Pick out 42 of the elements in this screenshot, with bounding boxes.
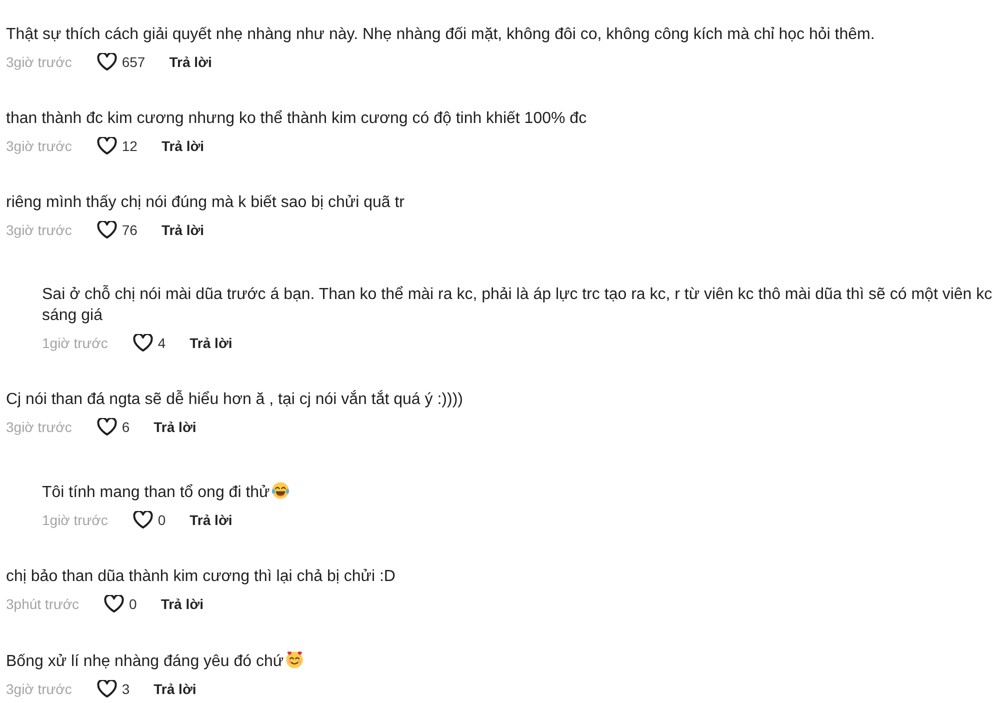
smiling-face-with-hearts-icon [284,650,304,669]
reply-button[interactable]: Trả lời [190,512,232,528]
reply-button[interactable]: Trả lời [161,138,204,154]
heart-icon[interactable] [96,137,117,155]
like-count: 3 [122,681,130,697]
reply-button[interactable]: Trả lời [160,596,204,612]
comment-text: than thành đc kim cương nhưng ko thể thành kim cương có độ tinh khiết 100% đc [6,110,587,127]
like-count: 12 [122,138,138,154]
reply-button[interactable]: Trả lời [169,54,212,70]
reply-button[interactable]: Trả lời [154,419,196,435]
reply-button[interactable]: Trả lời [190,335,232,351]
timestamp: 3giờ trước [6,681,72,697]
like-count: 6 [122,419,130,435]
comment-text: riêng mình thấy chị nói đúng mà k biết sao bị chửi quã tr [6,194,404,211]
comment-text: Bống xử lí nhẹ nhàng đáng yêu đó chứ [6,653,284,670]
like-count: 4 [158,335,166,351]
heart-icon[interactable] [96,221,117,239]
timestamp: 1giờ trước [42,512,108,528]
timestamp: 3giờ trước [6,54,72,70]
comment-text: Tôi tính mang than tổ ong đi thử [42,484,270,501]
heart-icon[interactable] [132,334,153,352]
laughing-face-icon [270,481,290,500]
like-count: 657 [122,54,146,70]
comment-text: Cj nói than đá ngta sẽ dễ hiểu hơn ă , tại cj nói vắn tắt quá ý :)))) [6,391,463,408]
heart-icon[interactable] [96,53,117,71]
heart-icon[interactable] [132,511,153,529]
like-count: 0 [129,596,137,612]
like-count: 0 [158,512,166,528]
comment-text: Sai ở chỗ chị nói mài dũa trước á bạn. Than ko thể mài ra kc, phải là áp lực trc tạo ra kc, r từ viên kc thô mài dũa thì sẽ có một viên kc sáng giá [42,286,992,324]
reply-button[interactable]: Trả lời [161,222,204,238]
reply-button[interactable]: Trả lời [154,681,196,697]
timestamp: 3giờ trước [6,222,72,238]
like-count: 76 [122,222,138,238]
timestamp: 3phút trước [6,596,80,612]
timestamp: 1giờ trước [42,335,108,351]
timestamp: 3giờ trước [6,419,72,435]
heart-icon[interactable] [96,680,117,698]
heart-icon[interactable] [96,418,117,436]
comment-text: Thật sự thích cách giải quyết nhẹ nhàng như này. Nhẹ nhàng đối mặt, không đôi co, không công kích mà chỉ học hỏi thêm. [6,26,875,43]
heart-icon[interactable] [104,595,124,613]
timestamp: 3giờ trước [6,138,72,154]
comment-text: chị bảo than dũa thành kim cương thì lại chả bị chửi :D [6,568,396,585]
